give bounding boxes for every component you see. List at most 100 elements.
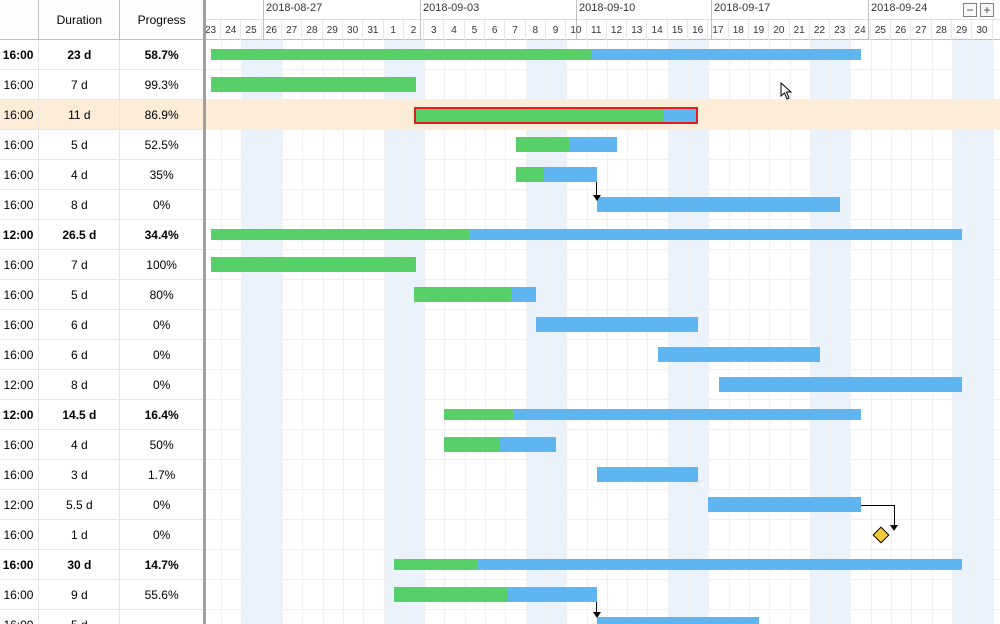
summary-bar[interactable] xyxy=(444,409,860,420)
day-label: 16 xyxy=(688,20,708,40)
task-bar[interactable] xyxy=(211,77,416,92)
cell-duration: 11 d xyxy=(39,100,120,129)
task-bar[interactable] xyxy=(597,197,841,212)
cell-duration: 7 d xyxy=(39,250,120,279)
day-label: 28 xyxy=(302,20,322,40)
summary-bar[interactable] xyxy=(211,49,861,60)
gantt-area[interactable] xyxy=(206,40,1000,624)
summary-bar[interactable] xyxy=(394,559,962,570)
week-label: 2018-09-17 xyxy=(714,2,770,14)
cell-duration: 8 d xyxy=(39,190,120,219)
cell-time: 16:00 xyxy=(0,130,39,159)
day-label: 11 xyxy=(587,20,607,40)
task-bar[interactable] xyxy=(597,467,699,482)
table-row[interactable]: 16:007 d99.3% xyxy=(0,70,203,100)
cell-progress: 0% xyxy=(120,370,203,399)
summary-bar[interactable] xyxy=(211,229,962,240)
cell-progress: 80% xyxy=(120,280,203,309)
cell-progress: 0% xyxy=(120,310,203,339)
day-label: 13 xyxy=(627,20,647,40)
table-row[interactable]: 16:008 d0% xyxy=(0,190,203,220)
day-label: 8 xyxy=(526,20,546,40)
task-bar[interactable] xyxy=(414,287,536,302)
cell-time: 12:00 xyxy=(0,400,39,429)
cell-progress: 52.5% xyxy=(120,130,203,159)
table-row[interactable]: 12:0026.5 d34.4% xyxy=(0,220,203,250)
cell-time: 16:00 xyxy=(0,520,39,549)
cell-duration: 8 d xyxy=(39,370,120,399)
table-row[interactable]: 16:005 d52.5% xyxy=(0,130,203,160)
zoom-controls: − + xyxy=(963,3,994,17)
day-label: 3 xyxy=(424,20,444,40)
day-label: 24 xyxy=(221,20,241,40)
cell-time: 16:00 xyxy=(0,100,39,129)
table-row[interactable]: 12:0014.5 d16.4% xyxy=(0,400,203,430)
col-duration[interactable]: Duration xyxy=(39,0,120,39)
table-row[interactable]: 16:006 d0% xyxy=(0,310,203,340)
cell-progress: 34.4% xyxy=(120,220,203,249)
table-row[interactable]: 16:0023 d58.7% xyxy=(0,40,203,70)
task-bar[interactable] xyxy=(444,437,556,452)
task-bar[interactable] xyxy=(516,137,618,152)
zoom-in-button[interactable]: + xyxy=(980,3,994,17)
task-bar[interactable] xyxy=(719,377,963,392)
task-bar[interactable] xyxy=(414,107,698,124)
table-row[interactable]: 16:0011 d86.9% xyxy=(0,100,203,130)
gantt-chart[interactable]: − + 2018-08-272018-09-032018-09-102018-0… xyxy=(206,0,1000,624)
zoom-out-button[interactable]: − xyxy=(963,3,977,17)
col-progress[interactable]: Progress xyxy=(120,0,203,39)
cell-progress: 58.7% xyxy=(120,40,203,69)
cell-progress: 0% xyxy=(120,340,203,369)
cell-duration: 23 d xyxy=(39,40,120,69)
table-row[interactable]: 16:003 d1.7% xyxy=(0,460,203,490)
cell-time: 16:00 xyxy=(0,280,39,309)
cell-progress: 14.7% xyxy=(120,550,203,579)
cell-duration: 14.5 d xyxy=(39,400,120,429)
table-row[interactable]: 12:008 d0% xyxy=(0,370,203,400)
table-row[interactable]: 16:004 d50% xyxy=(0,430,203,460)
task-bar[interactable] xyxy=(536,317,698,332)
cell-duration: 5.5 d xyxy=(39,490,120,519)
task-bar[interactable] xyxy=(708,497,860,512)
task-bar[interactable] xyxy=(394,587,597,602)
cell-time: 16:00 xyxy=(0,310,39,339)
day-label: 25 xyxy=(241,20,261,40)
table-row[interactable]: 16:005 d xyxy=(0,610,203,624)
day-label: 23 xyxy=(206,20,221,40)
cell-time: 12:00 xyxy=(0,490,39,519)
cell-time: 16:00 xyxy=(0,190,39,219)
table-row[interactable]: 16:005 d80% xyxy=(0,280,203,310)
day-label: 2 xyxy=(404,20,424,40)
cell-time: 16:00 xyxy=(0,580,39,609)
task-bar[interactable] xyxy=(658,347,820,362)
week-label: 2018-08-27 xyxy=(266,2,322,14)
cell-duration: 4 d xyxy=(39,160,120,189)
table-row[interactable]: 16:0030 d14.7% xyxy=(0,550,203,580)
table-row[interactable]: 12:005.5 d0% xyxy=(0,490,203,520)
col-time[interactable] xyxy=(0,0,39,39)
cell-time: 12:00 xyxy=(0,220,39,249)
cell-duration: 6 d xyxy=(39,340,120,369)
cell-time: 16:00 xyxy=(0,70,39,99)
day-label: 27 xyxy=(911,20,931,40)
cell-time: 16:00 xyxy=(0,340,39,369)
day-label: 24 xyxy=(850,20,870,40)
task-bar[interactable] xyxy=(516,167,597,182)
day-label: 6 xyxy=(485,20,505,40)
day-label: 19 xyxy=(749,20,769,40)
table-row[interactable]: 16:009 d55.6% xyxy=(0,580,203,610)
table-row[interactable]: 16:006 d0% xyxy=(0,340,203,370)
table-row[interactable]: 16:001 d0% xyxy=(0,520,203,550)
cell-time: 16:00 xyxy=(0,40,39,69)
day-label: 28 xyxy=(932,20,952,40)
cell-progress: 0% xyxy=(120,190,203,219)
day-label: 14 xyxy=(647,20,667,40)
task-bar[interactable] xyxy=(597,617,759,624)
task-bar[interactable] xyxy=(211,257,416,272)
table-row[interactable]: 16:004 d35% xyxy=(0,160,203,190)
cell-duration: 5 d xyxy=(39,280,120,309)
day-label: 27 xyxy=(282,20,302,40)
table-row[interactable]: 16:007 d100% xyxy=(0,250,203,280)
day-label: 31 xyxy=(363,20,383,40)
cell-progress: 100% xyxy=(120,250,203,279)
